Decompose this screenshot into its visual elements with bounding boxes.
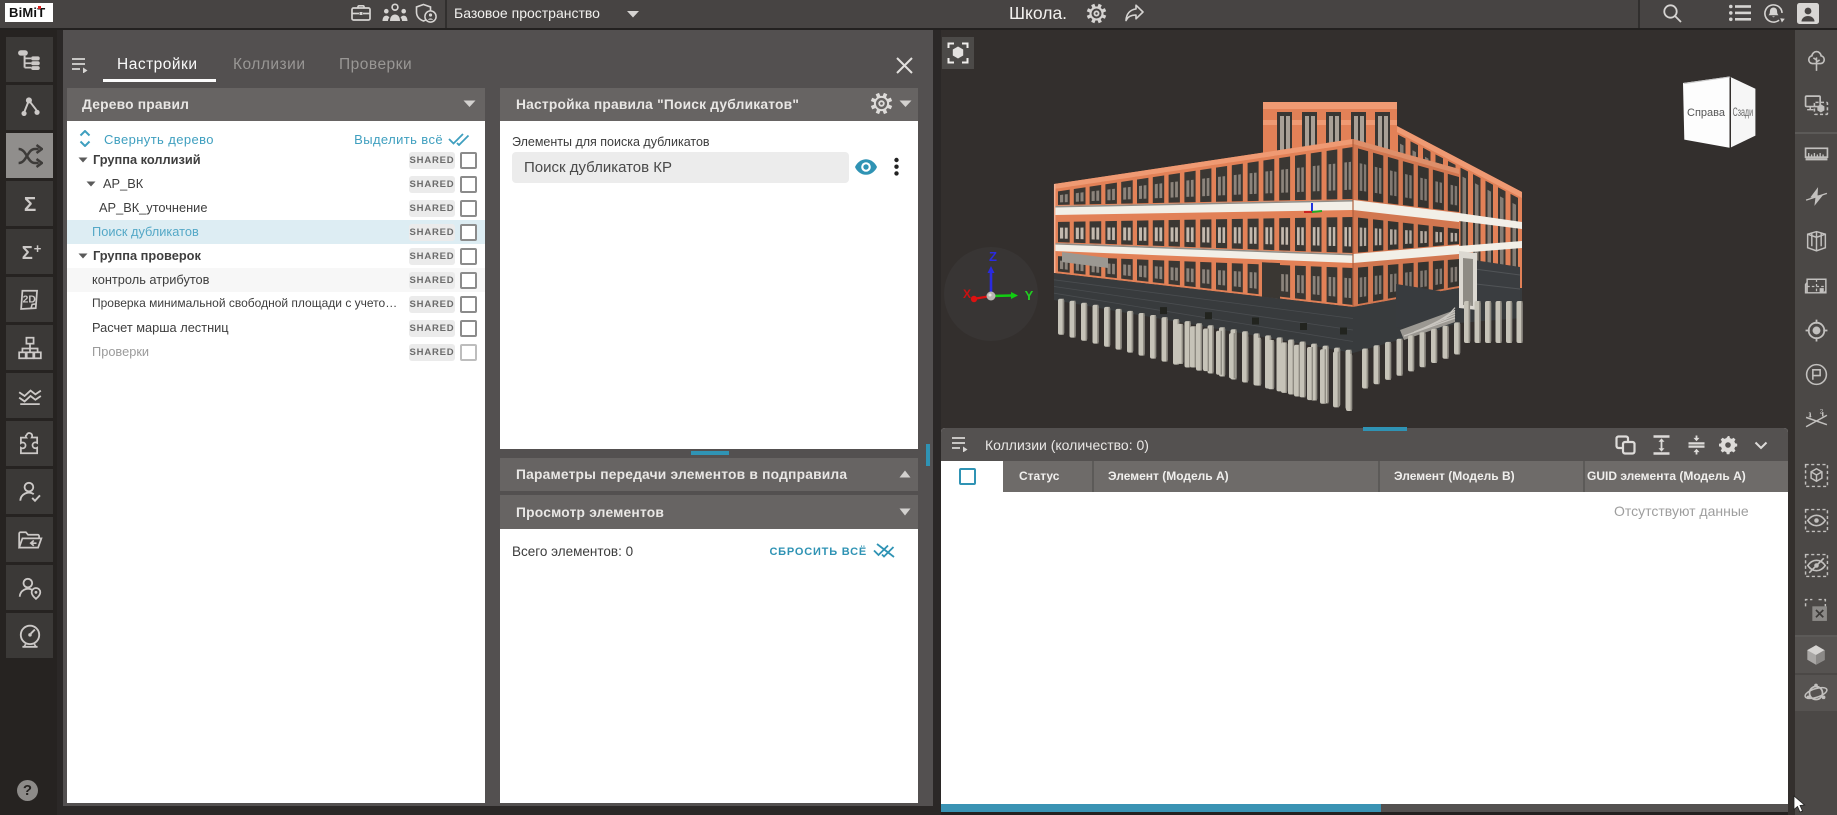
svg-text:Справа: Справа [1687, 107, 1726, 119]
svg-text:2: 2 [1819, 408, 1823, 415]
svg-text:Z: Z [989, 249, 997, 264]
svg-text:1: 1 [1808, 411, 1812, 418]
svg-text:+: + [33, 241, 41, 256]
svg-text:2D: 2D [22, 294, 35, 305]
svg-text:Σ: Σ [21, 242, 32, 263]
svg-text:Σ: Σ [23, 193, 35, 216]
svg-text:X: X [963, 287, 971, 301]
svg-text:Y: Y [1025, 288, 1034, 303]
svg-text:Сзади: Сзади [1733, 106, 1753, 119]
